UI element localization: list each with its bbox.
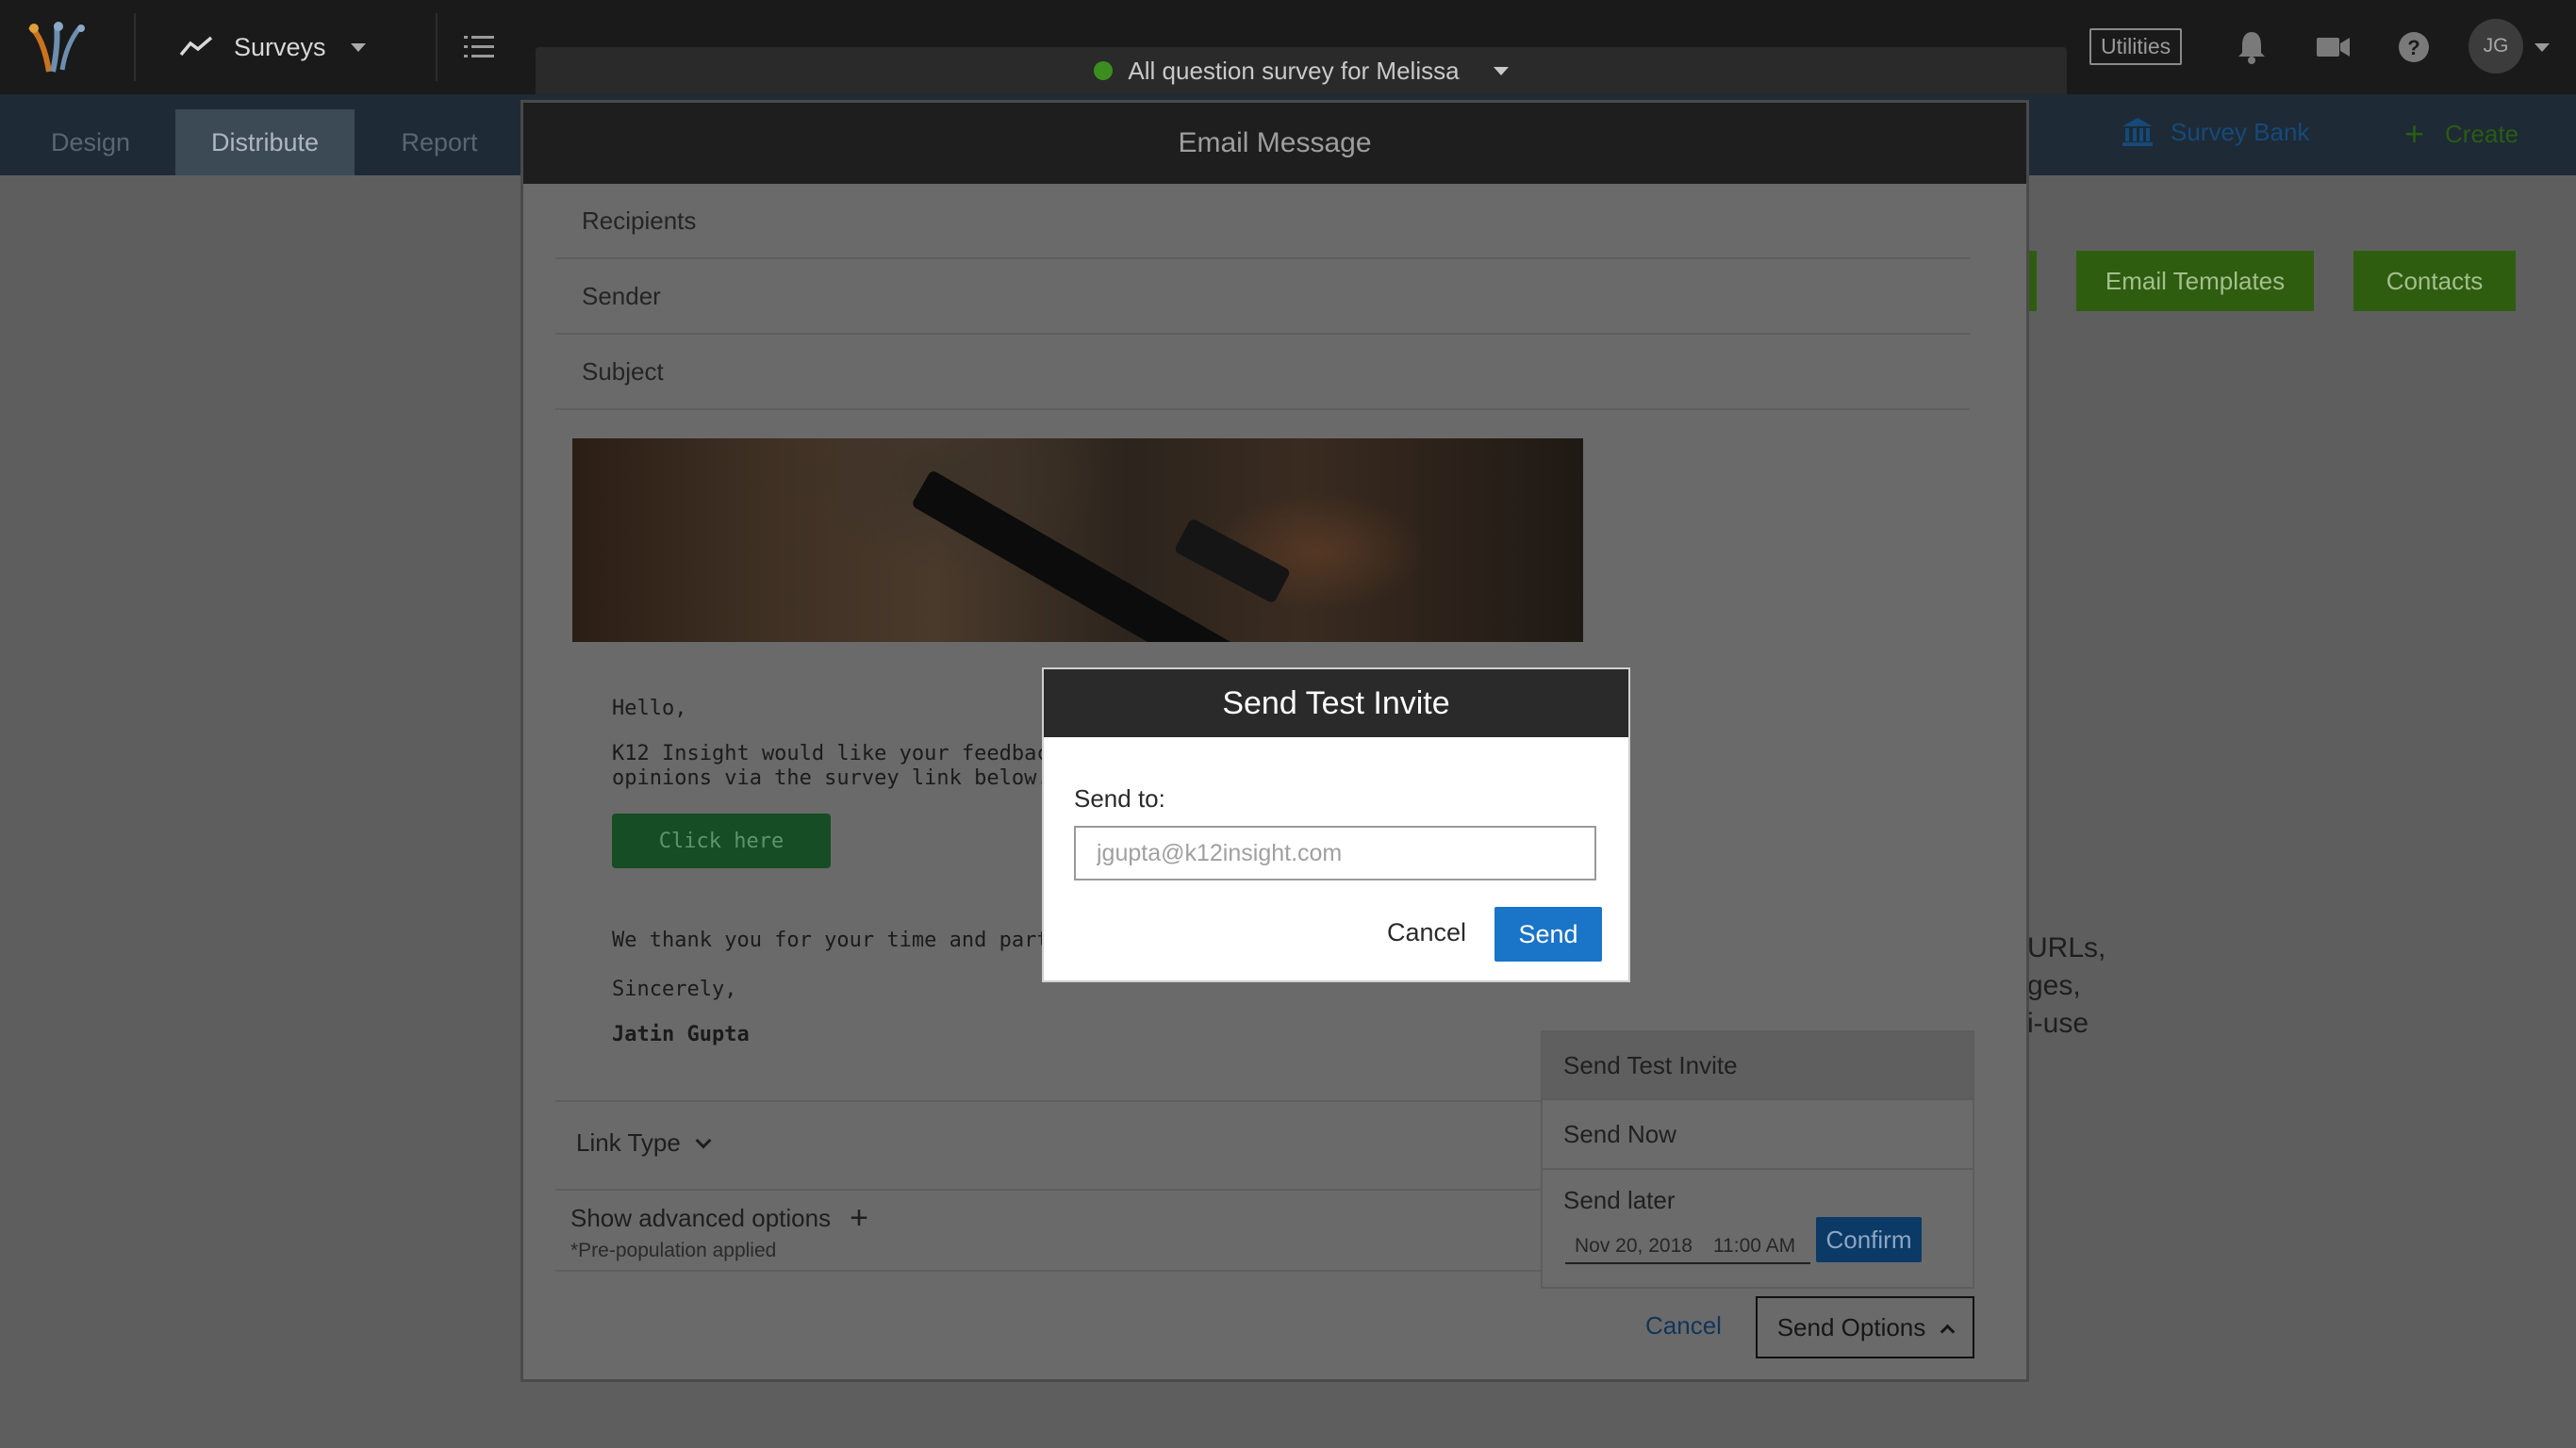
tab-design[interactable]: Design bbox=[25, 109, 157, 175]
send-to-label: Send to: bbox=[1074, 784, 1165, 813]
dialog-cancel-button[interactable]: Cancel bbox=[1387, 918, 1466, 947]
create-label: Create bbox=[2445, 119, 2519, 148]
plus-icon: + bbox=[850, 1200, 868, 1236]
tab-distribute[interactable]: Distribute bbox=[175, 109, 355, 175]
menu-item-send-test-invite[interactable]: Send Test Invite bbox=[1543, 1032, 1973, 1098]
link-type-selector[interactable]: Link Type bbox=[576, 1128, 712, 1158]
background-text-line: URLs, bbox=[2027, 932, 2106, 963]
email-signature: Jatin Gupta bbox=[612, 1023, 750, 1046]
divider bbox=[1543, 1168, 1973, 1170]
surveys-menu-label: Surveys bbox=[234, 32, 326, 61]
advanced-options-label: Show advanced options bbox=[570, 1203, 832, 1232]
prepopulation-note: *Pre-population applied bbox=[570, 1240, 777, 1261]
svg-text:?: ? bbox=[2407, 36, 2419, 59]
send-options-label: Send Options bbox=[1776, 1312, 1926, 1341]
email-cancel-link[interactable]: Cancel bbox=[1645, 1311, 1722, 1341]
create-button[interactable]: + Create bbox=[2404, 117, 2518, 151]
plus-icon: + bbox=[2404, 114, 2425, 153]
phone-shape bbox=[1173, 518, 1292, 604]
send-later-date: Nov 20, 2018 bbox=[1575, 1235, 1693, 1257]
help-icon[interactable]: ? bbox=[2395, 28, 2433, 66]
survey-title: All question survey for Melissa bbox=[1128, 56, 1460, 85]
survey-bank-label: Survey Bank bbox=[2171, 117, 2310, 146]
survey-link-button[interactable]: Click here bbox=[612, 814, 831, 868]
video-icon[interactable] bbox=[2314, 28, 2352, 66]
send-later-time: 11:00 AM bbox=[1712, 1235, 1796, 1257]
confirm-button[interactable]: Confirm bbox=[1816, 1217, 1922, 1262]
send-later-datetime-field[interactable]: Nov 20, 2018 11:00 AM bbox=[1565, 1230, 1810, 1264]
background-text-line: ges, bbox=[2027, 970, 2081, 1001]
background-text-line: i-use bbox=[2027, 1008, 2089, 1039]
tab-report[interactable]: Report bbox=[373, 109, 505, 175]
send-options-menu: Send Test Invite Send Now Send later Nov… bbox=[1541, 1030, 1974, 1289]
email-hero-image bbox=[572, 438, 1583, 642]
email-body-line: opinions via the survey link below. bbox=[612, 766, 1049, 790]
topbar-divider bbox=[436, 13, 438, 81]
menu-item-send-now[interactable]: Send Now bbox=[1543, 1100, 1973, 1168]
chevron-down-icon bbox=[695, 1132, 712, 1148]
surveys-menu[interactable]: Surveys bbox=[179, 26, 366, 68]
bell-icon[interactable] bbox=[2233, 28, 2271, 66]
chevron-down-icon[interactable] bbox=[2535, 43, 2550, 52]
email-thanks-line: We thank you for your time and participa bbox=[612, 929, 1112, 952]
chevron-up-icon bbox=[1940, 1324, 1956, 1339]
topbar-divider bbox=[134, 13, 136, 81]
utilities-button[interactable]: Utilities bbox=[2089, 28, 2183, 65]
k12-logo[interactable] bbox=[25, 19, 109, 75]
send-options-button[interactable]: Send Options bbox=[1756, 1296, 1974, 1358]
email-greeting: Hello, bbox=[612, 697, 687, 720]
chevron-down-icon bbox=[1493, 66, 1509, 75]
analytics-icon bbox=[179, 36, 213, 57]
send-to-email-input[interactable] bbox=[1074, 826, 1596, 880]
send-test-invite-dialog: Send Test Invite Send to: Cancel Send bbox=[1042, 667, 1630, 982]
survey-title-selector[interactable]: All question survey for Melissa bbox=[536, 47, 2067, 94]
survey-bank-link[interactable]: Survey Bank bbox=[2122, 117, 2309, 147]
sender-field[interactable]: Sender bbox=[555, 259, 1970, 335]
contacts-button[interactable]: Contacts bbox=[2353, 251, 2516, 311]
top-bar: Surveys Utilities ? JG All question surv… bbox=[0, 0, 2576, 94]
email-closing: Sincerely, bbox=[612, 978, 737, 1001]
recipients-field[interactable]: Recipients bbox=[555, 184, 1970, 259]
link-type-label: Link Type bbox=[576, 1128, 681, 1157]
dialog-title: Send Test Invite bbox=[1044, 669, 1628, 737]
background-text: URLs, ges, i-use bbox=[2027, 930, 2105, 1043]
status-dot-icon bbox=[1094, 61, 1114, 80]
list-icon[interactable] bbox=[464, 34, 494, 60]
dialog-send-button[interactable]: Send bbox=[1494, 907, 1602, 962]
email-templates-button[interactable]: Email Templates bbox=[2076, 251, 2314, 311]
chevron-down-icon bbox=[350, 42, 366, 52]
advanced-options-toggle[interactable]: Show advanced options + bbox=[570, 1202, 868, 1234]
email-modal-title: Email Message bbox=[523, 103, 2026, 184]
avatar[interactable]: JG bbox=[2469, 19, 2523, 74]
bank-icon bbox=[2122, 118, 2153, 146]
subject-field[interactable]: Subject bbox=[555, 335, 1970, 410]
